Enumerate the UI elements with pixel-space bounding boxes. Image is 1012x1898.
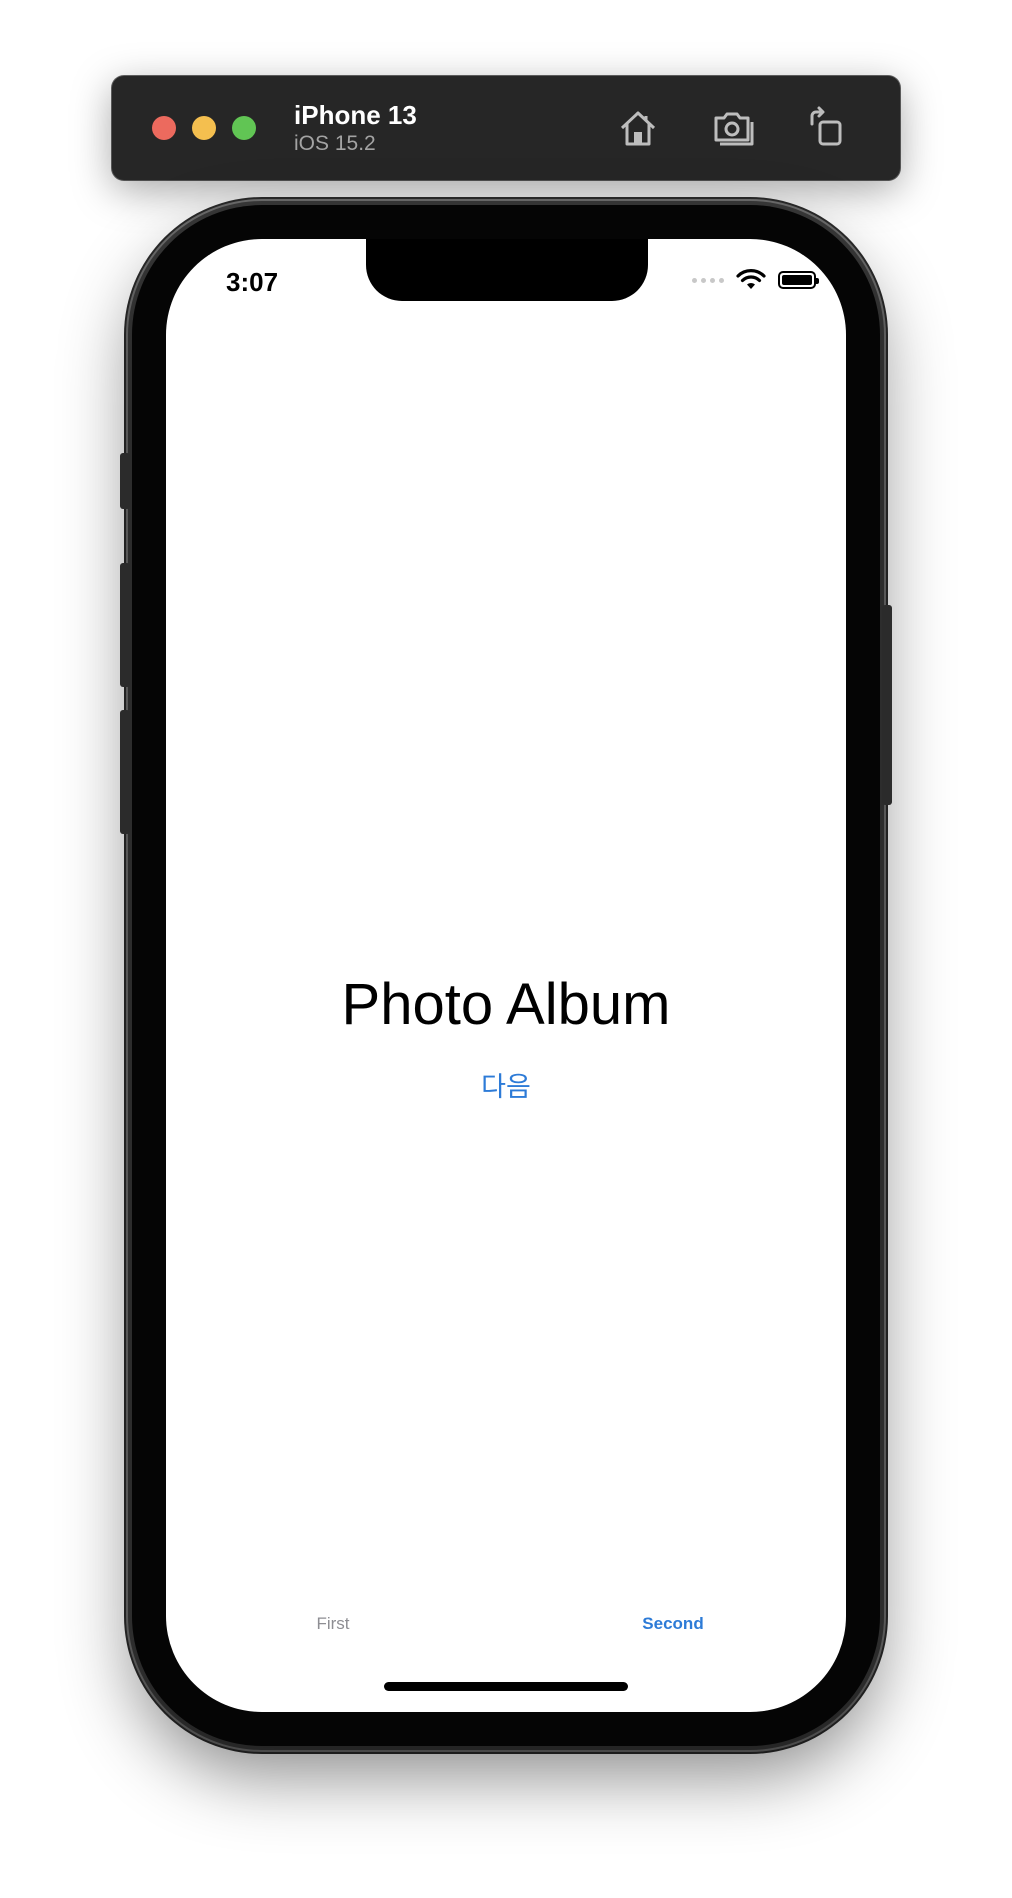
rotate-icon [810, 106, 842, 146]
simulator-toolbar: iPhone 13 iOS 15.2 [112, 76, 900, 180]
home-indicator[interactable] [384, 1682, 628, 1691]
volume-down-button [120, 710, 130, 834]
tab-second[interactable]: Second [613, 1614, 733, 1634]
os-version: iOS 15.2 [294, 132, 376, 155]
mute-switch [120, 453, 130, 509]
volume-up-button [120, 563, 130, 687]
wifi-icon [736, 269, 766, 291]
page-title: Photo Album [341, 972, 671, 1037]
battery-icon [778, 271, 819, 289]
home-button[interactable] [614, 104, 662, 152]
cellular-signal-icon [692, 277, 724, 283]
tab-first[interactable]: First [273, 1614, 393, 1634]
screenshot-icon [714, 112, 754, 146]
minimize-window-button[interactable] [192, 116, 216, 140]
rotate-button[interactable] [802, 104, 850, 152]
power-button [882, 605, 892, 805]
close-window-button[interactable] [152, 116, 176, 140]
screenshot-button[interactable] [710, 104, 758, 152]
iphone-device-frame: 3:07 Photo Album 다음 First Second [120, 205, 892, 1746]
notch [366, 239, 648, 301]
app-screen: 3:07 Photo Album 다음 First Second [166, 239, 846, 1712]
next-button[interactable]: 다음 [456, 1065, 556, 1104]
status-indicators [692, 269, 819, 291]
status-time: 3:07 [226, 267, 279, 297]
zoom-window-button[interactable] [232, 116, 256, 140]
device-name: iPhone 13 [294, 100, 417, 130]
home-icon [620, 111, 656, 146]
